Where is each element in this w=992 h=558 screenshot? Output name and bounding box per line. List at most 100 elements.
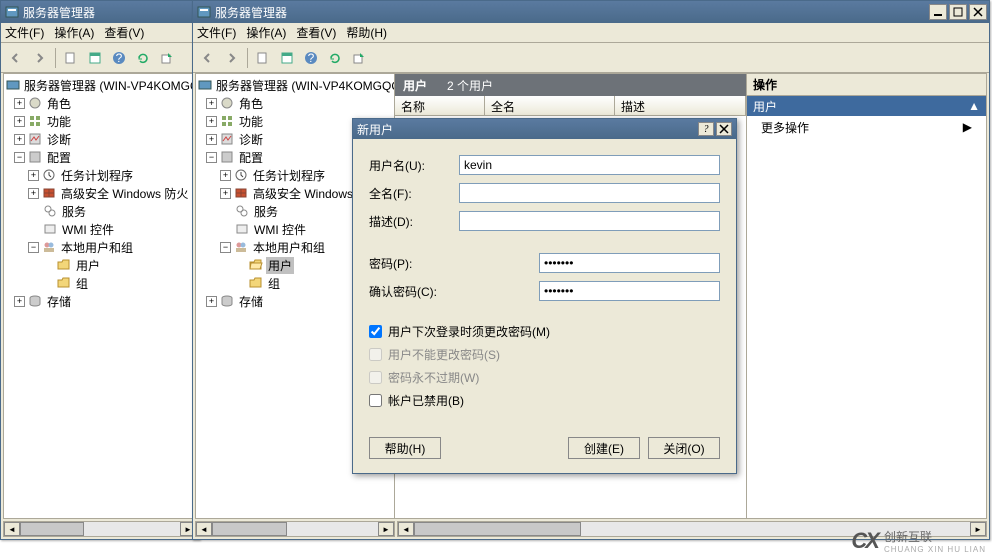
check-neverexpires [369, 371, 382, 384]
props-icon[interactable] [84, 47, 106, 69]
expand-icon[interactable]: + [28, 188, 39, 199]
input-fullname[interactable] [459, 183, 720, 203]
tree-users[interactable]: 用户 [6, 256, 195, 274]
firewall-icon [41, 185, 57, 201]
tree-panel-back: 服务器管理器 (WIN-VP4KOMGQQ +角色 +功能 + 诊断 −配置 +任… [3, 73, 197, 519]
scrollbar-thumb[interactable] [20, 522, 84, 536]
col-fullname[interactable]: 全名 [485, 96, 615, 115]
tree-config[interactable]: −配置 [6, 148, 195, 166]
input-password[interactable] [539, 253, 720, 273]
input-desc[interactable] [459, 211, 720, 231]
actions-sub-label: 用户 [753, 98, 777, 115]
export-icon[interactable] [348, 47, 370, 69]
close-button[interactable] [969, 4, 987, 20]
expand-icon[interactable]: + [28, 170, 39, 181]
scrollbar-thumb[interactable] [212, 522, 287, 536]
maximize-button[interactable] [949, 4, 967, 20]
check-mustchange[interactable] [369, 325, 382, 338]
refresh-icon[interactable] [132, 47, 154, 69]
tree-root[interactable]: 服务器管理器 (WIN-VP4KOMGQQ9 [198, 76, 392, 94]
expand-icon[interactable]: + [220, 188, 231, 199]
menu-file[interactable]: 文件(F) [197, 24, 236, 41]
dialog-help-button[interactable]: ? [698, 122, 714, 136]
tree-roles[interactable]: +角色 [198, 94, 392, 112]
button-help[interactable]: 帮助(H) [369, 437, 441, 459]
menu-view[interactable]: 查看(V) [296, 24, 336, 41]
scrollbar-track[interactable] [212, 522, 378, 536]
expand-icon[interactable]: + [206, 98, 217, 109]
collapse-icon[interactable]: − [28, 242, 39, 253]
doc-icon[interactable] [60, 47, 82, 69]
tree-services[interactable]: 服务 [6, 202, 195, 220]
tree-diag[interactable]: + 诊断 [6, 130, 195, 148]
nav-back-icon[interactable] [5, 47, 27, 69]
input-confirm-password[interactable] [539, 281, 720, 301]
titlebar-back[interactable]: 服务器管理器 [1, 1, 199, 23]
watermark-pinyin: CHUANG XIN HU LIAN [884, 545, 986, 554]
menu-action[interactable]: 操作(A) [246, 24, 286, 41]
tree-label: 诊断 [45, 131, 73, 148]
scrollbar-thumb[interactable] [414, 522, 581, 536]
dialog-body: 用户名(U): 全名(F): 描述(D): 密码(P): 确认密码(C): 用户… [353, 139, 736, 427]
minimize-button[interactable] [929, 4, 947, 20]
export-icon[interactable] [156, 47, 178, 69]
scroll-left-icon[interactable]: ◄ [398, 522, 414, 536]
expand-icon[interactable]: + [206, 116, 217, 127]
tree-storage[interactable]: +存储 [6, 292, 195, 310]
tree-firewall[interactable]: +高级安全 Windows 防火 [6, 184, 195, 202]
scrollbar-horizontal-back[interactable]: ◄ ► [3, 521, 197, 537]
button-close[interactable]: 关闭(O) [648, 437, 720, 459]
menu-view[interactable]: 查看(V) [104, 24, 144, 41]
nav-back-icon[interactable] [197, 47, 219, 69]
help-icon[interactable]: ? [108, 47, 130, 69]
expand-icon[interactable]: + [14, 296, 25, 307]
scrollbar-tree-h[interactable]: ◄ ► [195, 521, 395, 537]
tree-roles[interactable]: +角色 [6, 94, 195, 112]
tree-localug[interactable]: −本地用户和组 [6, 238, 195, 256]
dialog-title: 新用户 [357, 121, 698, 138]
collapse-icon[interactable]: − [220, 242, 231, 253]
check-mustchange-row[interactable]: 用户下次登录时须更改密码(M) [369, 323, 720, 340]
button-create[interactable]: 创建(E) [568, 437, 640, 459]
col-name[interactable]: 名称 [395, 96, 485, 115]
input-username[interactable] [459, 155, 720, 175]
tree-wmi[interactable]: WMI 控件 [6, 220, 195, 238]
expand-icon[interactable]: + [14, 98, 25, 109]
label-confirm: 确认密码(C): [369, 283, 539, 300]
titlebar-front[interactable]: 服务器管理器 [193, 1, 989, 23]
scroll-left-icon[interactable]: ◄ [4, 522, 20, 536]
nav-fwd-icon[interactable] [29, 47, 51, 69]
svg-text:?: ? [308, 51, 315, 65]
expand-icon[interactable]: + [206, 134, 217, 145]
doc-icon[interactable] [252, 47, 274, 69]
expand-icon[interactable]: + [14, 134, 25, 145]
collapse-icon[interactable]: − [14, 152, 25, 163]
tree-groups[interactable]: 组 [6, 274, 195, 292]
tree-features[interactable]: +功能 [6, 112, 195, 130]
scroll-left-icon[interactable]: ◄ [196, 522, 212, 536]
check-account-disabled[interactable] [369, 394, 382, 407]
expand-icon[interactable]: + [206, 296, 217, 307]
scrollbar-track[interactable] [20, 522, 180, 536]
action-more[interactable]: 更多操作 ▶ [747, 116, 986, 138]
tree-task[interactable]: +任务计划程序 [6, 166, 195, 184]
expand-icon[interactable]: + [220, 170, 231, 181]
refresh-icon[interactable] [324, 47, 346, 69]
props-icon[interactable] [276, 47, 298, 69]
tree-root[interactable]: 服务器管理器 (WIN-VP4KOMGQQ [6, 76, 195, 94]
menu-action[interactable]: 操作(A) [54, 24, 94, 41]
dialog-titlebar[interactable]: 新用户 ? [353, 119, 736, 139]
collapse-icon[interactable]: − [206, 152, 217, 163]
scroll-right-icon[interactable]: ► [378, 522, 394, 536]
col-desc[interactable]: 描述 [615, 96, 746, 115]
actions-users-header[interactable]: 用户 ▲ [747, 96, 986, 116]
nav-fwd-icon[interactable] [221, 47, 243, 69]
help-icon[interactable]: ? [300, 47, 322, 69]
dialog-close-button[interactable] [716, 122, 732, 136]
menu-help[interactable]: 帮助(H) [346, 24, 387, 41]
server-icon [6, 77, 20, 93]
menu-file[interactable]: 文件(F) [5, 24, 44, 41]
expand-icon[interactable]: + [14, 116, 25, 127]
tree-label: 组 [74, 275, 90, 292]
check-disabled-row[interactable]: 帐户已禁用(B) [369, 392, 720, 409]
